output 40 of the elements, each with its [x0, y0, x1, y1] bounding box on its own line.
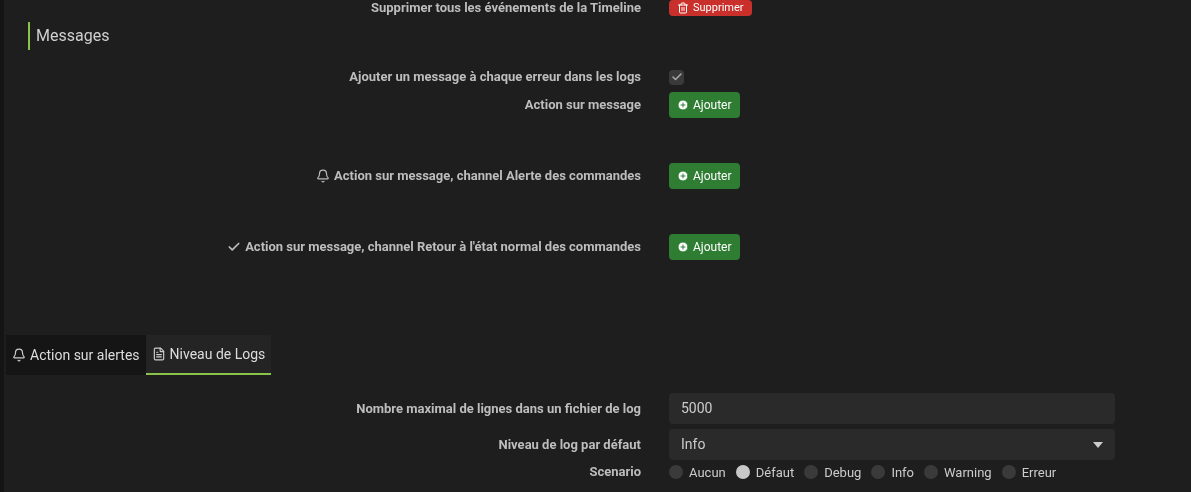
plus-icon [677, 99, 689, 111]
caret-icon [1093, 441, 1103, 448]
radio-button[interactable] [1001, 465, 1016, 479]
radio-option[interactable]: Erreur [1001, 465, 1057, 479]
radio-option[interactable]: Info [871, 465, 915, 479]
tab[interactable]: Action sur alertes [6, 335, 146, 375]
field-label: Nombre maximal de lignes dans un fichier de log [356, 399, 641, 418]
select-field[interactable]: Info [669, 429, 1115, 460]
radio-button[interactable] [735, 465, 750, 479]
bell-icon [316, 169, 331, 183]
plus-icon [677, 241, 689, 253]
section-title: Messages [36, 25, 110, 47]
radio-button[interactable] [871, 465, 886, 479]
plus-icon [677, 170, 689, 182]
trash-icon [677, 2, 689, 14]
radio-option[interactable]: Aucun [669, 465, 726, 479]
field-label: Ajouter un message à chaque erreur dans les logs [349, 68, 641, 87]
checkbox[interactable] [669, 69, 684, 85]
field-label: Niveau de log par défaut [498, 435, 641, 454]
bell-icon [12, 348, 26, 362]
field-label: Action sur message [524, 96, 641, 115]
add-button[interactable]: Ajouter [669, 92, 740, 118]
file-icon [151, 347, 166, 361]
radio-option[interactable]: Warning [924, 465, 992, 479]
check-icon [227, 240, 242, 254]
radio-button[interactable] [669, 465, 683, 479]
radio-button[interactable] [804, 465, 819, 479]
field-label: Action sur message, channel Retour à l'état normal des commandes [245, 238, 641, 257]
radio-option[interactable]: Debug [804, 465, 862, 479]
add-button[interactable]: Ajouter [669, 234, 740, 260]
tab[interactable]: Niveau de Logs [145, 335, 272, 375]
check-icon [670, 71, 683, 83]
field-label: Action sur message, channel Alerte des commandes [334, 167, 641, 186]
radio-option[interactable]: Défaut [735, 465, 795, 479]
field-label: Supprimer tous les événements de la Timeline [371, 0, 641, 18]
input-field[interactable]: 5000 [669, 393, 1115, 424]
radio-button[interactable] [924, 465, 939, 479]
field-label: Scenario [589, 463, 641, 482]
add-button[interactable]: Ajouter [669, 163, 740, 189]
delete-button[interactable]: Supprimer [669, 0, 752, 16]
